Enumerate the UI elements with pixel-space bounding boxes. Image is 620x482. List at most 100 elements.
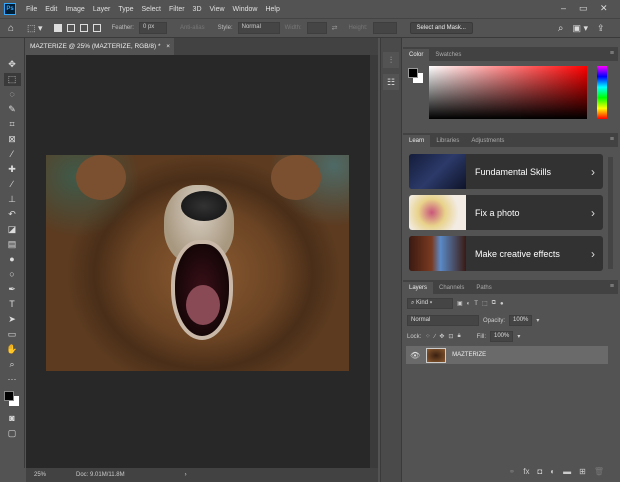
bear-photo[interactable] [46, 155, 349, 371]
feather-input[interactable]: 0 px [138, 22, 167, 34]
adjustment-layer-icon[interactable]: ◐ [550, 467, 555, 476]
document-tab[interactable]: MAZTERIZE @ 25% (MAZTERIZE, RGB/8) * × [26, 38, 174, 55]
menu-layer[interactable]: Layer [89, 6, 115, 13]
lock-all-icon[interactable]: 🔒︎ [457, 333, 460, 340]
tab-paths[interactable]: Paths [470, 282, 497, 294]
foreground-color-swatch[interactable] [408, 68, 418, 78]
hue-slider[interactable] [597, 66, 607, 119]
learn-card-fundamental-skills[interactable]: Fundamental Skills › [409, 154, 603, 189]
zoom-tool-icon[interactable]: ⌕ [4, 358, 21, 371]
tab-adjustments[interactable]: Adjustments [465, 135, 510, 147]
new-group-icon[interactable]: ▬ [563, 467, 571, 476]
vertical-scrollbar[interactable] [370, 55, 378, 468]
share-icon[interactable]: ⇪ [597, 23, 605, 34]
pen-tool-icon[interactable]: ✒ [4, 283, 21, 296]
style-select[interactable]: Normal [237, 22, 280, 34]
healing-brush-tool-icon[interactable]: ✚ [4, 163, 21, 176]
history-brush-tool-icon[interactable]: ↶ [4, 208, 21, 221]
maximize-button[interactable]: ▭ [579, 3, 588, 14]
move-tool-icon[interactable]: ✥ [4, 58, 21, 71]
menu-3d[interactable]: 3D [189, 6, 206, 13]
tab-swatches[interactable]: Swatches [429, 49, 467, 61]
quick-mask-icon[interactable]: ◙ [4, 412, 21, 425]
menu-type[interactable]: Type [114, 6, 137, 13]
close-button[interactable]: ✕ [600, 3, 608, 14]
adjustment-filter-icon[interactable]: ◐ [467, 301, 471, 307]
smart-object-filter-icon[interactable]: ⧉ [492, 300, 496, 307]
new-layer-icon[interactable]: ⊞ [579, 467, 586, 476]
gradient-tool-icon[interactable]: ▤ [4, 238, 21, 251]
menu-view[interactable]: View [206, 6, 229, 13]
antialias-checkbox[interactable]: Anti-alias [180, 25, 205, 31]
learn-card-make-creative-effects[interactable]: Make creative effects › [409, 236, 603, 271]
workspace-icon[interactable]: ▣ ▾ [573, 23, 589, 34]
status-arrow-icon[interactable]: › [185, 472, 187, 478]
fill-input[interactable]: 100% [490, 331, 514, 342]
zoom-level[interactable]: 25% [34, 472, 46, 478]
select-and-mask-button[interactable]: Select and Mask... [409, 22, 473, 34]
dodge-tool-icon[interactable]: ○ [4, 268, 21, 281]
lock-position-icon[interactable]: ✥ [439, 333, 444, 340]
add-selection-icon[interactable] [66, 24, 75, 32]
menu-help[interactable]: Help [261, 6, 283, 13]
quick-selection-tool-icon[interactable]: ✎ [4, 103, 21, 116]
lock-artboard-icon[interactable]: ⊡ [448, 333, 453, 340]
crop-tool-icon[interactable]: ⌗ [4, 118, 21, 131]
screen-mode-icon[interactable]: ▢ [4, 427, 21, 440]
link-layers-icon[interactable]: ⚭ [509, 467, 516, 476]
search-icon[interactable]: ⌕ [558, 23, 564, 34]
history-panel-icon[interactable]: ⫶ [383, 52, 399, 68]
tab-learn[interactable]: Learn [403, 135, 431, 147]
learn-scrollbar[interactable] [608, 157, 613, 269]
path-selection-tool-icon[interactable]: ➤ [4, 313, 21, 326]
color-field[interactable] [429, 66, 587, 119]
panel-menu-icon[interactable]: ≡ [610, 50, 614, 57]
menu-edit[interactable]: Edit [41, 6, 61, 13]
more-tools-icon[interactable]: ··· [4, 373, 21, 386]
blend-mode-select[interactable]: Normal [407, 315, 479, 326]
intersect-selection-icon[interactable] [92, 24, 101, 32]
layer-name[interactable]: MAZTERIZE [452, 352, 486, 358]
shape-filter-icon[interactable]: ⬚ [482, 300, 488, 307]
minimize-button[interactable]: – [561, 3, 566, 13]
lock-pixels-icon[interactable]: ∕ [434, 334, 435, 340]
menu-select[interactable]: Select [138, 6, 165, 13]
opacity-input[interactable]: 100% [509, 315, 533, 326]
swap-icon[interactable]: ⇄ [332, 24, 338, 32]
color-swatches[interactable] [0, 388, 24, 410]
lasso-tool-icon[interactable]: ◌ [4, 88, 21, 101]
eraser-tool-icon[interactable]: ◪ [4, 223, 21, 236]
eyedropper-tool-icon[interactable]: ⁄ [4, 148, 21, 161]
fill-dropdown-icon[interactable]: ▾ [517, 333, 520, 340]
filter-toggle-icon[interactable]: ● [500, 301, 504, 307]
home-icon[interactable]: ⌂ [8, 23, 14, 34]
menu-filter[interactable]: Filter [165, 6, 189, 13]
tab-layers[interactable]: Layers [403, 282, 434, 294]
lock-transparent-icon[interactable]: ⁘ [425, 333, 430, 340]
frame-tool-icon[interactable]: ⊠ [4, 133, 21, 146]
fx-icon[interactable]: fx [523, 467, 529, 476]
menu-image[interactable]: Image [61, 6, 88, 13]
type-tool-icon[interactable]: T [4, 298, 21, 311]
height-input[interactable] [372, 22, 397, 34]
close-tab-icon[interactable]: × [166, 43, 170, 50]
panel-menu-icon[interactable]: ≡ [610, 136, 614, 143]
menu-file[interactable]: File [22, 6, 41, 13]
pixel-filter-icon[interactable]: ▣ [457, 300, 463, 307]
marquee-tool-icon[interactable]: ⬚ [3, 73, 21, 86]
clone-stamp-tool-icon[interactable]: ⊥ [4, 193, 21, 206]
delete-layer-icon[interactable]: 🗑︎ [594, 467, 604, 476]
hand-tool-icon[interactable]: ✋ [4, 343, 21, 356]
type-filter-icon[interactable]: T [474, 301, 478, 307]
opacity-dropdown-icon[interactable]: ▾ [536, 317, 539, 324]
layer-row[interactable]: 👁︎ MAZTERIZE [406, 346, 608, 364]
blur-tool-icon[interactable]: ● [4, 253, 21, 266]
rectangle-tool-icon[interactable]: ▭ [4, 328, 21, 341]
filter-kind-select[interactable]: ⌕ Kind ▾ [407, 298, 453, 309]
subtract-selection-icon[interactable] [79, 24, 88, 32]
eye-icon[interactable]: 👁︎ [410, 351, 420, 360]
marquee-preset-icon[interactable]: ⬚ ▾ [27, 23, 43, 34]
properties-panel-icon[interactable]: ☷ [383, 74, 399, 90]
menu-window[interactable]: Window [229, 6, 262, 13]
tab-channels[interactable]: Channels [433, 282, 470, 294]
